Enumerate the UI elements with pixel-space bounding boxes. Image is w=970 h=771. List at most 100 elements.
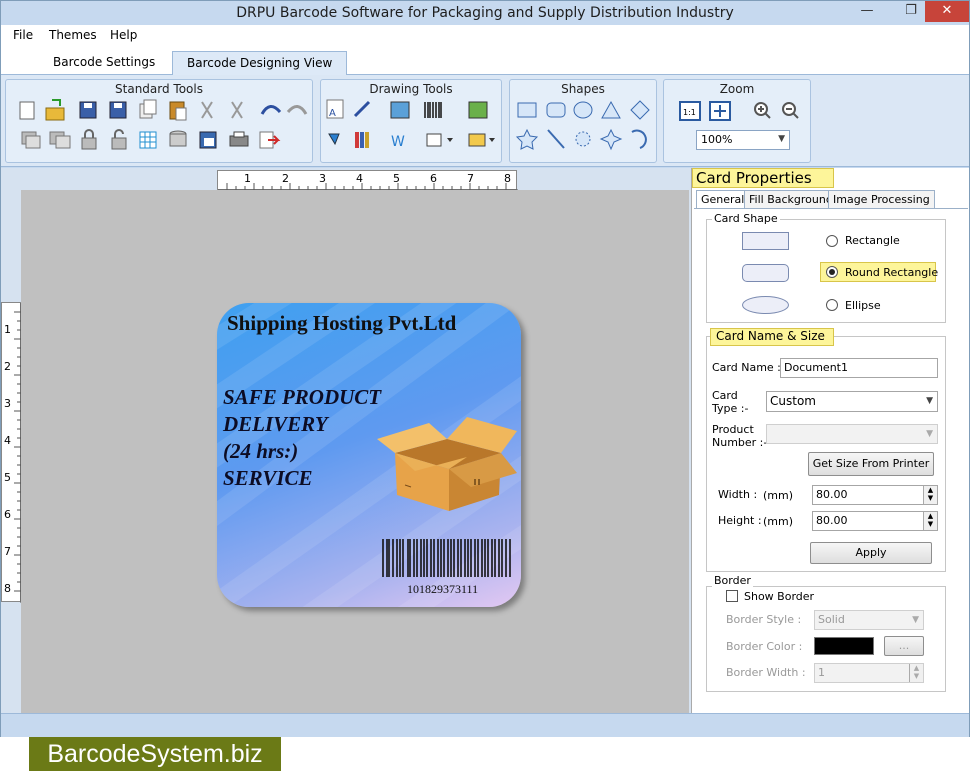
width-spinner[interactable]: ▲ ▼ bbox=[923, 486, 937, 504]
height-input[interactable]: 80.00 ▲ ▼ bbox=[812, 511, 938, 531]
card-type-value: Custom bbox=[770, 394, 816, 408]
ruler-label: 5 bbox=[393, 172, 400, 185]
burst-shape-icon bbox=[575, 131, 591, 147]
height-spinner[interactable]: ▲ ▼ bbox=[923, 512, 937, 530]
horizontal-ruler: 1 2 3 4 5 6 7 8 bbox=[217, 170, 518, 191]
card-type-label-2: Type :- bbox=[712, 402, 749, 415]
tab-barcode-settings[interactable]: Barcode Settings bbox=[39, 51, 169, 75]
fit-to-window-icon bbox=[709, 101, 731, 121]
barcode-image bbox=[382, 539, 511, 577]
grid-icon bbox=[139, 131, 157, 149]
four-point-star-icon bbox=[599, 128, 623, 151]
card-type-select[interactable]: Custom ▼ bbox=[766, 391, 938, 412]
ellipse-radio[interactable] bbox=[826, 299, 838, 311]
height-label: Height : bbox=[718, 514, 762, 527]
border-color-picker-button: ... bbox=[884, 636, 924, 656]
border-width-label: Border Width : bbox=[726, 666, 806, 679]
undo-icon bbox=[260, 105, 282, 115]
ellipse-preview bbox=[742, 296, 789, 314]
open-icon bbox=[45, 99, 65, 121]
svg-text:A: A bbox=[329, 108, 336, 119]
ruler-label: 1 bbox=[4, 323, 11, 336]
width-unit: (mm) bbox=[763, 489, 794, 502]
svg-text:1:1: 1:1 bbox=[683, 108, 696, 117]
show-border-label: Show Border bbox=[744, 590, 815, 603]
line-shape-icon bbox=[547, 129, 565, 149]
ellipse-label: Ellipse bbox=[845, 299, 881, 312]
library-icon bbox=[355, 132, 369, 148]
width-input[interactable]: 80.00 ▲ ▼ bbox=[812, 485, 938, 505]
open-box-icon bbox=[377, 417, 517, 511]
tab-general[interactable]: General bbox=[696, 190, 750, 209]
panel-title: Card Properties bbox=[692, 168, 834, 188]
card-text-line: (24 hrs:) bbox=[223, 439, 299, 463]
zoom-level-select[interactable]: 100% ▼ bbox=[696, 130, 790, 150]
menu-file[interactable]: File bbox=[13, 28, 33, 42]
title-bar: DRPU Barcode Software for Packaging and … bbox=[1, 1, 969, 25]
standard-tools-icons bbox=[19, 99, 308, 150]
star-shape-icon bbox=[515, 128, 539, 150]
barcode-card[interactable]: Shipping Hosting Pvt.Ltd SAFE PRODUCT DE… bbox=[217, 303, 521, 607]
rectangle-radio[interactable] bbox=[826, 235, 838, 247]
zoom-icons: 1:1 bbox=[679, 101, 799, 121]
save-icon bbox=[79, 101, 97, 119]
chevron-down-icon: ▼ bbox=[912, 615, 919, 625]
picture-tool-icon bbox=[390, 101, 410, 119]
tab-fill-background[interactable]: Fill Background bbox=[744, 190, 838, 209]
unlock-icon bbox=[111, 129, 127, 150]
shape-fill-icon bbox=[328, 133, 340, 146]
window-title: DRPU Barcode Software for Packaging and … bbox=[236, 5, 734, 21]
ruler-label: 7 bbox=[467, 172, 474, 185]
text-tool-icon: A bbox=[326, 99, 344, 119]
card-type-label: Card bbox=[712, 389, 738, 402]
cut-icon bbox=[201, 101, 213, 119]
application-window: DRPU Barcode Software for Packaging and … bbox=[0, 0, 970, 737]
image-tool-icon bbox=[468, 101, 488, 119]
zoom-out-icon bbox=[782, 102, 799, 119]
database-icon bbox=[169, 130, 187, 147]
group-objects-icon bbox=[21, 131, 41, 149]
menu-themes[interactable]: Themes bbox=[49, 28, 97, 42]
save-as-icon bbox=[109, 101, 127, 119]
delete-icon bbox=[231, 101, 243, 119]
export-icon bbox=[259, 131, 281, 149]
tab-underline bbox=[694, 208, 968, 209]
card-name-input[interactable]: Document1 bbox=[780, 358, 938, 378]
menu-help[interactable]: Help bbox=[110, 28, 137, 42]
border-legend: Border bbox=[712, 574, 753, 587]
height-value: 80.00 bbox=[816, 514, 848, 527]
show-border-checkbox[interactable] bbox=[726, 590, 738, 602]
diamond-shape-icon bbox=[630, 100, 650, 120]
minimize-button[interactable]: — bbox=[853, 1, 881, 22]
status-bar bbox=[1, 713, 969, 737]
border-color-swatch bbox=[814, 637, 874, 655]
arrange-dropdown-icon bbox=[447, 138, 453, 142]
zoom-in-icon bbox=[754, 102, 771, 119]
card-text-line: SAFE PRODUCT bbox=[223, 385, 382, 409]
card-text-line: SERVICE bbox=[223, 466, 313, 490]
ruler-label: 2 bbox=[282, 172, 289, 185]
get-size-from-printer-button[interactable]: Get Size From Printer bbox=[808, 452, 934, 476]
pen-tool-icon bbox=[353, 100, 371, 118]
tab-image-processing[interactable]: Image Processing bbox=[828, 190, 935, 209]
card-text-line: DELIVERY bbox=[223, 412, 328, 436]
new-icon bbox=[19, 101, 35, 120]
border-width-input: 1 ▲ ▼ bbox=[814, 663, 924, 683]
close-button[interactable]: ✕ bbox=[925, 1, 969, 22]
ruler-label: 2 bbox=[4, 360, 11, 373]
shapes-icons bbox=[515, 100, 650, 151]
round-rectangle-radio[interactable] bbox=[826, 266, 838, 278]
ungroup-icon bbox=[49, 131, 71, 149]
tab-barcode-designing-view[interactable]: Barcode Designing View bbox=[172, 51, 348, 75]
border-style-select: Solid ▼ bbox=[814, 610, 924, 630]
lock-icon bbox=[81, 129, 97, 150]
arrange-icon bbox=[426, 133, 442, 147]
apply-button[interactable]: Apply bbox=[810, 542, 932, 564]
maximize-button[interactable]: ❐ bbox=[897, 1, 925, 22]
ruler-label: 6 bbox=[4, 508, 11, 521]
ruler-label: 3 bbox=[319, 172, 326, 185]
svg-text:W: W bbox=[391, 134, 405, 150]
actual-size-icon: 1:1 bbox=[679, 101, 701, 121]
card-name-label: Card Name : bbox=[712, 361, 781, 374]
product-number-label: Product bbox=[712, 423, 754, 436]
